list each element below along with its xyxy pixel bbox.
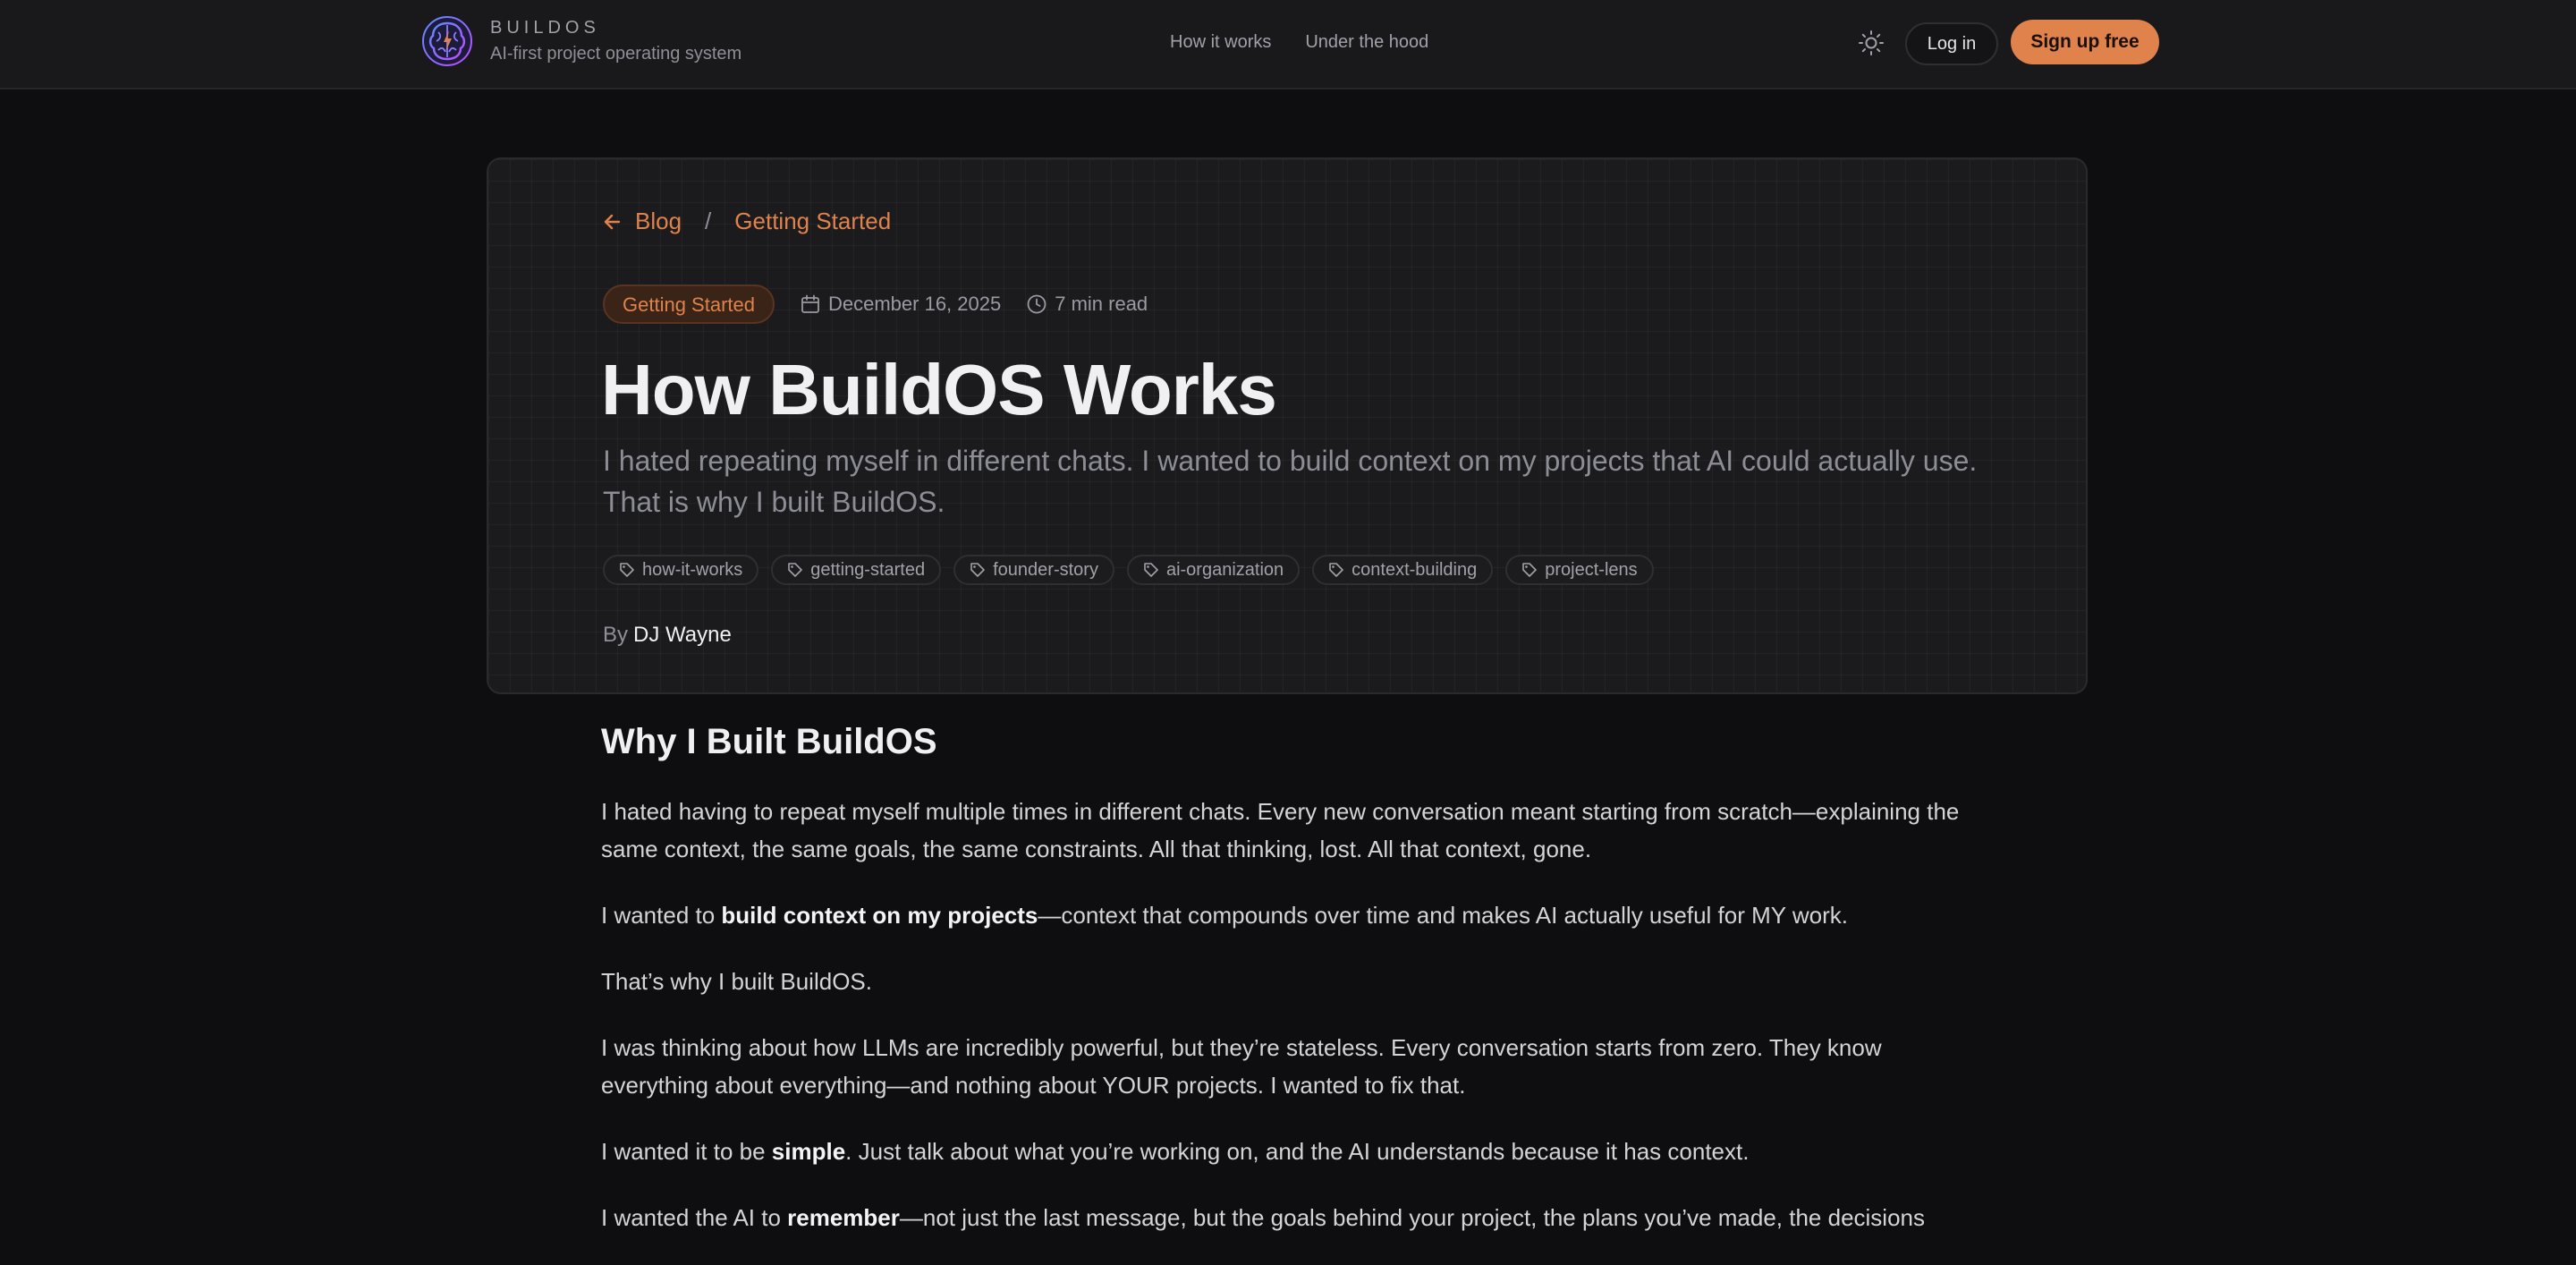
read-time: 7 min read xyxy=(1026,293,1148,316)
brand-tagline: AI-first project operating system xyxy=(490,44,742,64)
post-hero-card: Blog / Getting Started Getting Started D… xyxy=(487,157,2088,694)
tag-icon xyxy=(1522,563,1538,577)
sun-icon[interactable] xyxy=(1855,27,1887,59)
tag-label: context-building xyxy=(1352,559,1478,580)
tag-label: getting-started xyxy=(810,559,926,580)
emphasis-text: simple xyxy=(771,1138,846,1165)
read-time-text: 7 min read xyxy=(1055,293,1148,315)
text-run: —not just the last message, but the goal… xyxy=(899,1204,1925,1231)
tag-label: founder-story xyxy=(993,559,1098,580)
paragraph: I hated having to repeat myself multiple… xyxy=(601,798,1960,862)
brain-logo-icon xyxy=(422,16,472,66)
section-heading: Why I Built BuildOS xyxy=(601,722,937,761)
paragraph: That’s why I built BuildOS. xyxy=(601,968,872,995)
tag-label: how-it-works xyxy=(642,559,743,580)
post-subtitle: I hated repeating myself in different ch… xyxy=(603,445,1978,518)
nav-under-the-hood[interactable]: Under the hood xyxy=(1305,29,1428,55)
article-body: Why I Built BuildOS I hated having to re… xyxy=(601,716,1979,1265)
text-run: I wanted to xyxy=(601,902,722,929)
tag-icon xyxy=(1144,563,1158,577)
breadcrumb-category-link[interactable]: Getting Started xyxy=(734,208,891,235)
text-run: I wanted the AI to xyxy=(601,1204,788,1231)
signup-button[interactable]: Sign up free xyxy=(2011,20,2159,64)
login-button[interactable]: Log in xyxy=(1905,22,1998,65)
author-name[interactable]: DJ Wayne xyxy=(633,623,732,647)
tag-chip[interactable]: project-lens xyxy=(1505,555,1654,585)
tag-chip[interactable]: getting-started xyxy=(771,555,942,585)
emphasis-text: build context on my projects xyxy=(721,902,1038,929)
post-date-text: December 16, 2025 xyxy=(827,293,1002,315)
calendar-icon xyxy=(801,294,819,313)
byline: By DJ Wayne xyxy=(603,623,732,648)
clock-icon xyxy=(1027,294,1046,314)
tag-icon xyxy=(970,563,985,577)
paragraph: I wanted the AI to remember—not just the… xyxy=(601,1199,1979,1236)
tag-chip[interactable]: ai-organization xyxy=(1126,555,1301,585)
brand-name: BUILDOS xyxy=(490,18,600,38)
brand-home-link[interactable]: BUILDOS AI-first project operating syste… xyxy=(420,14,741,68)
post-title: How BuildOS Works xyxy=(601,350,1277,429)
tag-label: ai-organization xyxy=(1165,559,1284,580)
byline-prefix: By xyxy=(603,623,629,647)
tag-label: project-lens xyxy=(1545,559,1638,580)
paragraph: I wanted it to be simple. Just talk abou… xyxy=(601,1133,1979,1170)
tag-icon xyxy=(788,563,803,577)
paragraph: I wanted to build context on my projects… xyxy=(601,896,1979,934)
text-run: . Just talk about what you’re working on… xyxy=(845,1138,1750,1165)
text-run: —context that compounds over time and ma… xyxy=(1038,902,1848,929)
top-navigation-bar: BUILDOS AI-first project operating syste… xyxy=(0,0,2576,89)
tag-chip[interactable]: how-it-works xyxy=(603,555,759,585)
breadcrumb-blog-link[interactable]: Blog xyxy=(635,208,682,235)
tag-chip[interactable]: context-building xyxy=(1312,555,1494,585)
post-date: December 16, 2025 xyxy=(800,293,1001,316)
text-run: I wanted it to be xyxy=(601,1138,772,1165)
breadcrumb: Blog / Getting Started xyxy=(603,208,891,235)
post-meta: Getting Started December 16, 2025 7 min … xyxy=(603,284,1148,324)
tag-icon xyxy=(1329,563,1343,577)
tag-list: how-it-works getting-started founder-sto… xyxy=(603,555,1654,585)
paragraph: I was thinking about how LLMs are incred… xyxy=(601,1034,1882,1099)
emphasis-text: remember xyxy=(787,1204,900,1231)
tag-icon xyxy=(620,563,634,577)
nav-how-it-works[interactable]: How it works xyxy=(1170,29,1271,55)
breadcrumb-separator: / xyxy=(705,208,712,234)
main-nav: How it works Under the hood xyxy=(1170,29,1428,55)
category-badge[interactable]: Getting Started xyxy=(603,284,775,324)
tag-chip[interactable]: founder-story xyxy=(953,555,1114,585)
arrow-left-icon xyxy=(604,214,621,229)
